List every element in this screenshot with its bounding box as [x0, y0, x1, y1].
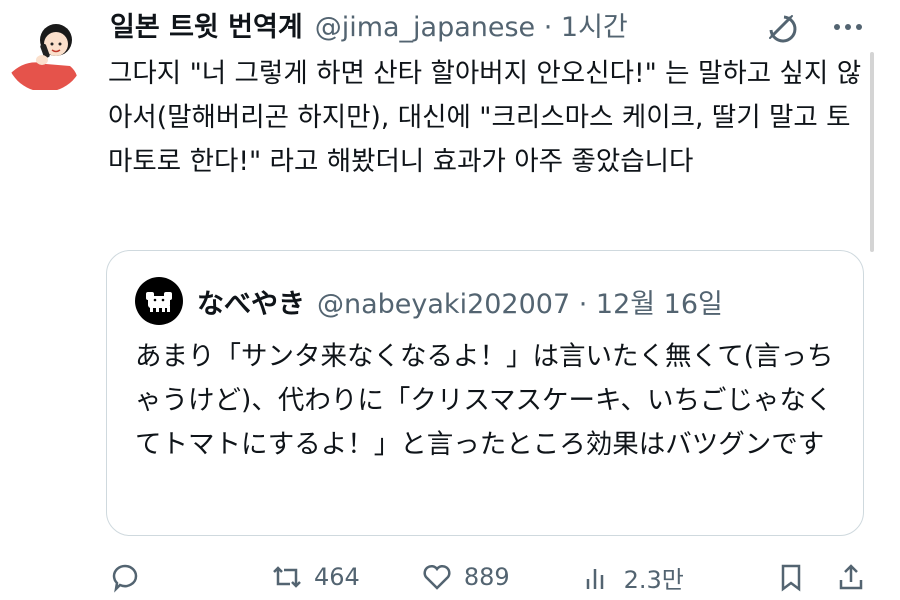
- tweet-action-bar: 464 889 2.3만: [108, 560, 868, 600]
- avatar-illustration: [9, 24, 79, 90]
- header-actions: [762, 8, 862, 46]
- reply-button[interactable]: [108, 560, 152, 594]
- scrollbar[interactable]: [870, 52, 874, 252]
- bookmark-icon: [781, 564, 801, 592]
- share-icon: [839, 564, 863, 590]
- retweet-button[interactable]: 464: [270, 560, 360, 594]
- author-handle-and-time[interactable]: @jima_japanese · 1시간: [315, 5, 628, 44]
- views-button[interactable]: 2.3만: [580, 560, 684, 595]
- grok-icon[interactable]: [762, 8, 800, 46]
- more-icon[interactable]: [834, 10, 862, 44]
- quoted-author-avatar[interactable]: [135, 277, 183, 325]
- reply-icon: [112, 564, 138, 593]
- tweet-header: 일본 트윗 번역계 @jima_japanese · 1시간: [110, 4, 628, 44]
- author-display-name[interactable]: 일본 트윗 번역계: [110, 5, 303, 44]
- views-count: 2.3만: [623, 566, 684, 594]
- like-button[interactable]: 889: [420, 560, 510, 594]
- quoted-tweet[interactable]: なべやき @nabeyaki202007 · 12월 16일 あまり「サンタ来な…: [106, 250, 864, 536]
- heart-icon: [423, 564, 451, 590]
- bookmark-button[interactable]: [774, 560, 808, 594]
- retweet-icon: [273, 566, 301, 588]
- dog-icon: [146, 292, 172, 312]
- retweet-count: 464: [314, 563, 360, 591]
- quoted-tweet-text: あまり「サンタ来なくなるよ！」は言いたく無くて(言っちゃうけど)、代わりに「クリ…: [135, 341, 834, 460]
- quoted-author-handle-and-time[interactable]: @nabeyaki202007 · 12월 16일: [317, 282, 723, 321]
- tweet-text: 그다지 "너 그렇게 하면 산타 할아버지 안오신다!" 는 말하고 싶지 않아…: [108, 58, 862, 177]
- quoted-tweet-header: なべやき @nabeyaki202007 · 12월 16일: [135, 277, 723, 325]
- views-icon: [586, 568, 603, 589]
- share-button[interactable]: [834, 560, 868, 594]
- author-avatar[interactable]: [6, 14, 84, 92]
- like-count: 889: [463, 563, 510, 591]
- quoted-author-display-name[interactable]: なべやき: [197, 282, 305, 321]
